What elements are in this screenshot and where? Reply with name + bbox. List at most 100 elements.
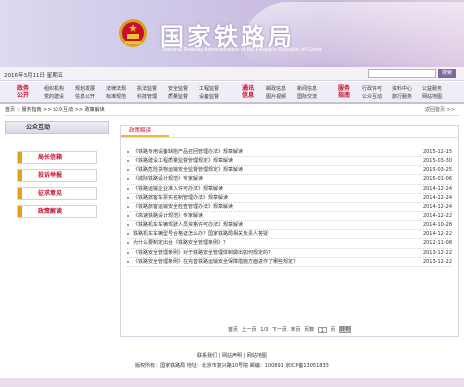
- nav-col: 执法监督 科技管理: [137, 85, 157, 101]
- list-item[interactable]: 《铁路危险货物运输安全监督管理规定》规章解读 2015-03-25: [127, 166, 452, 176]
- article-title[interactable]: 铁路机车车辆型号合格证怎么办？国家铁路局相关负责人答疑: [133, 230, 268, 239]
- article-title[interactable]: 《铁路旅客车票实名制管理办法》规章解读: [133, 194, 228, 203]
- page: 国家铁路局 National Railway Administration of…: [0, 0, 464, 387]
- nav-col: 新闻信息 国际交流: [297, 85, 317, 101]
- nav-item[interactable]: 科技管理: [137, 93, 157, 101]
- article-date: 2014-12-22: [422, 212, 452, 219]
- article-list: 《铁路专用设备缺陷产品召回管理办法》规章解读 2015-12-15 《铁路建设工程质…: [127, 148, 452, 267]
- goto-label: 页数: [304, 327, 315, 333]
- sidebar-heading: 公众互动: [5, 121, 109, 134]
- nav-item[interactable]: 邮政信息: [266, 85, 286, 93]
- list-item[interactable]: 《铁路安全管理条例》对于铁路安全管理体制做出如何规定的？ 2013-12-22: [127, 249, 452, 258]
- sidebar-item-complaint[interactable]: 投诉举报: [17, 169, 97, 182]
- nav-col: 法律法规 标准规范: [106, 85, 126, 101]
- bullet-icon: [127, 260, 129, 263]
- nav-col: 行政许可 公众互动: [362, 85, 382, 101]
- nav-col: 资料中心 旅行服务: [392, 85, 412, 101]
- nav-item[interactable]: 标准规范: [106, 93, 126, 101]
- article-title[interactable]: 《城际铁路设计规范》专家解读: [133, 175, 203, 184]
- article-title[interactable]: 《高速铁路设计规范》专家解读: [133, 212, 203, 221]
- nav-item[interactable]: 网站地图: [422, 93, 442, 101]
- article-date: 2015-01-06: [422, 176, 452, 183]
- nav-item[interactable]: 图片视频: [266, 93, 286, 101]
- article-title[interactable]: 《铁路危险货物运输安全监督管理规定》规章解读: [133, 166, 243, 175]
- breadcrumb-text[interactable]: 首页 :: 服务指南 >> 公众互动 >> 政策解读: [5, 107, 105, 113]
- national-emblem-icon: [119, 19, 147, 47]
- prev-page-link[interactable]: 上一页: [242, 327, 257, 333]
- footer-copyright: 版权所有：国家铁路局 地址：北京市复兴路10号院 邮编：100891 京ICP备…: [135, 363, 329, 369]
- current-date: 2016年3月11日 星期五: [4, 73, 64, 79]
- nav-category-gov[interactable]: 政务 公开: [12, 85, 34, 99]
- nav-item[interactable]: 工程监督: [199, 85, 219, 93]
- list-item[interactable]: 为什么要制定出台《铁路安全管理条例》？ 2012-11-08: [127, 239, 452, 249]
- first-page-link[interactable]: 首页: [228, 327, 238, 333]
- nav-item[interactable]: 法律法规: [106, 85, 126, 93]
- list-item[interactable]: 《铁路旅客运输安全检查管理办法》规章解读 2014-12-24: [127, 203, 452, 212]
- article-date: 2014-12-24: [422, 194, 452, 201]
- article-date: 2014-12-24: [422, 185, 452, 192]
- article-date: 2012-11-08: [422, 240, 452, 247]
- nav-col: 规划发展 信息公开: [75, 85, 95, 101]
- nav-item[interactable]: 组织机构: [44, 85, 64, 93]
- nav-item[interactable]: 党的建设: [44, 93, 64, 101]
- nav-item[interactable]: 行政许可: [362, 85, 382, 93]
- article-title[interactable]: 《铁路建设工程质量监督管理规定》规章解读: [133, 157, 233, 166]
- sidebar-item-feedback[interactable]: 征求意见: [17, 187, 97, 200]
- bullet-icon: [127, 242, 129, 245]
- bullet-icon: [127, 205, 129, 208]
- nav-item[interactable]: 资料中心: [392, 85, 412, 93]
- article-title[interactable]: 《铁路安全管理条例》对于铁路安全管理体制做出如何规定的？: [133, 249, 273, 258]
- nav-item[interactable]: 国际交流: [297, 93, 317, 101]
- pagination: 首页 上一页 1/3 下一页 末页 页数 1 页 转到: [121, 326, 458, 334]
- list-item[interactable]: 《铁路旅客车票实名制管理办法》规章解读 2014-12-24: [127, 194, 452, 203]
- next-page-link[interactable]: 下一页: [272, 327, 287, 333]
- page-number-input[interactable]: 1: [317, 326, 327, 334]
- list-item[interactable]: 《铁路运输企业准入许可办法》规章解读 2014-12-24: [127, 185, 452, 194]
- search-input[interactable]: [368, 69, 436, 78]
- article-title[interactable]: 《铁路专用设备缺陷产品召回管理办法》规章解读: [133, 148, 243, 157]
- nav-item[interactable]: 新闻信息: [297, 85, 317, 93]
- tab-policy[interactable]: 政策解读: [121, 126, 169, 137]
- article-date: 2015-03-25: [422, 167, 452, 174]
- goto-button[interactable]: 转到: [338, 326, 351, 333]
- list-item[interactable]: 《铁路建设工程质量监督管理规定》规章解读 2015-03-30: [127, 157, 452, 167]
- article-title[interactable]: 为什么要制定出台《铁路安全管理条例》？: [133, 239, 228, 248]
- back-home-link[interactable]: 返回首页 >>: [425, 105, 455, 116]
- list-item[interactable]: 《铁路专用设备缺陷产品召回管理办法》规章解读 2015-12-15: [127, 148, 452, 158]
- bullet-icon: [127, 224, 129, 227]
- list-item[interactable]: 《城际铁路设计规范》专家解读 2015-01-06: [127, 175, 452, 185]
- list-item[interactable]: 《高速铁路设计规范》专家解读 2014-12-22: [127, 212, 452, 222]
- last-page-link[interactable]: 末页: [291, 327, 301, 333]
- nav-item[interactable]: 规划发展: [75, 85, 95, 93]
- article-title[interactable]: 《铁路运输企业准入许可办法》规章解读: [133, 185, 223, 194]
- nav-col: 安全监督 质量监督: [168, 85, 188, 101]
- site-banner: 国家铁路局 National Railway Administration of…: [0, 0, 464, 67]
- nav-category-service[interactable]: 服务 指南: [333, 85, 355, 99]
- list-item[interactable]: 《铁路机车车辆驾驶人员资格许可办法》规章解读 2014-10-28: [127, 221, 452, 231]
- list-item[interactable]: 《铁路安全管理条例》在完善铁路运输安全保障措施方面进作了哪些规定？ 2013-12…: [127, 258, 452, 267]
- nav-item[interactable]: 公益服务: [422, 85, 442, 93]
- article-date: 2015-12-15: [422, 149, 452, 155]
- bullet-icon: [127, 214, 129, 217]
- footer-links[interactable]: 联系我们 | 网站声明 | 网站地图: [0, 352, 464, 359]
- nav-item[interactable]: 旅行服务: [392, 93, 412, 101]
- nav-item[interactable]: 公众互动: [362, 93, 382, 101]
- search-button[interactable]: 搜索: [438, 69, 456, 78]
- nav-item[interactable]: 质量监督: [168, 93, 188, 101]
- bullet-icon: [127, 233, 129, 236]
- article-title[interactable]: 《铁路旅客运输安全检查管理办法》规章解读: [133, 203, 233, 212]
- nav-item[interactable]: 信息公开: [75, 93, 95, 101]
- page-info: 1/3: [260, 327, 269, 333]
- sidebar-item-policy[interactable]: 政策解读: [17, 205, 97, 218]
- nav-item[interactable]: 执法监督: [137, 85, 157, 93]
- nav-col: 工程监督 设备监督: [199, 85, 219, 101]
- tab-divider: [121, 137, 458, 138]
- list-item[interactable]: 铁路机车车辆型号合格证怎么办？国家铁路局相关负责人答疑 2014-12-22: [127, 230, 452, 240]
- nav-item[interactable]: 设备监督: [199, 93, 219, 101]
- sidebar-item-mailbox[interactable]: 局长信箱: [17, 151, 97, 164]
- nav-category-news[interactable]: 通讯 信息: [237, 85, 259, 99]
- nav-col: 组织机构 党的建设: [44, 85, 64, 101]
- article-title[interactable]: 《铁路安全管理条例》在完善铁路运输安全保障措施方面进作了哪些规定？: [133, 258, 298, 267]
- article-title[interactable]: 《铁路机车车辆驾驶人员资格许可办法》规章解读: [133, 221, 243, 230]
- nav-item[interactable]: 安全监督: [168, 85, 188, 93]
